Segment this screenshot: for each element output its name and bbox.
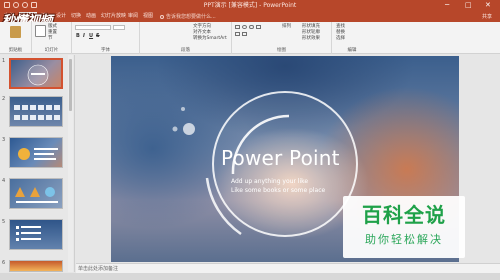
slide-number: 5 (2, 219, 6, 225)
oval-shape-icon[interactable] (242, 25, 247, 29)
align-text-button[interactable]: 对齐文本 (193, 30, 211, 35)
triangle-shape-icon[interactable] (256, 25, 261, 29)
underline-button[interactable]: U (89, 33, 93, 39)
baike-watermark: 百科全说 助你轻松解决 (343, 196, 465, 258)
tab-transitions[interactable]: 切换 (71, 13, 81, 20)
smartart-button[interactable]: 转换为SmartArt (193, 36, 227, 41)
shape-outline-button[interactable]: 形状轮廓 (302, 30, 320, 35)
tell-me-text: 告诉我您想要做什么... (166, 14, 216, 20)
decor-dot-large (183, 123, 195, 135)
group-font-label: 字体 (101, 48, 110, 53)
reset-button[interactable]: 重置 (48, 30, 57, 35)
replace-button[interactable]: 替换 (336, 30, 345, 35)
group-editing-label: 编辑 (347, 48, 357, 53)
slide-number: 1 (2, 58, 6, 64)
decor-dot-small (172, 126, 178, 132)
group-font: B I U S 字体 (72, 22, 140, 54)
status-bar (0, 273, 500, 280)
group-drawing-label: 绘图 (277, 48, 286, 53)
group-clipboard-label: 剪贴板 (8, 48, 23, 53)
italic-button[interactable]: I (83, 33, 85, 39)
thumb-1-graphic (27, 64, 49, 86)
shape-effects-button[interactable]: 形状效果 (302, 36, 320, 41)
group-editing: 查找 替换 选择 编辑 (332, 22, 372, 54)
watermark-title: 百科全说 (362, 203, 446, 227)
watermark-subtitle: 助你轻松解决 (365, 233, 443, 246)
slide-thumbnail-panel: 1 2 3 4 5 6 (0, 55, 75, 272)
thumb-4-graphic (15, 187, 58, 203)
rectangle-shape-icon[interactable] (235, 25, 240, 29)
slide-thumbnail-1[interactable] (9, 58, 63, 89)
share-button[interactable]: 共享 (482, 13, 492, 20)
slide-title[interactable]: Power Point (221, 146, 340, 170)
tab-view[interactable]: 视图 (143, 13, 153, 20)
line-shape-icon[interactable] (235, 32, 240, 36)
layout-button[interactable]: 版式 (48, 24, 57, 29)
slide-subtitle-line-1[interactable]: Add up anything your like (231, 178, 308, 186)
paste-icon[interactable] (10, 26, 21, 38)
thumb-5-graphic (16, 226, 41, 241)
arrange-button[interactable]: 排列 (282, 24, 291, 29)
group-slides: 版式 重置 节 幻灯片 (32, 22, 72, 54)
slide-thumbnail-4[interactable] (9, 178, 63, 209)
tab-animations[interactable]: 动画 (86, 13, 96, 20)
tab-slideshow[interactable]: 幻灯片放映 (101, 13, 126, 20)
group-drawing: 排列 形状填充 形状轮廓 形状效果 绘图 (232, 22, 332, 54)
font-size-select[interactable] (113, 25, 125, 30)
slide-thumbnail-5[interactable] (9, 219, 63, 250)
tab-review[interactable]: 审阅 (128, 13, 138, 20)
title-bar: PPT演示 [兼容模式] - PowerPoint ─ □ ✕ (0, 0, 500, 11)
notes-pane[interactable]: 单击此处添加备注 (76, 263, 500, 273)
new-slide-icon[interactable] (35, 25, 46, 37)
maximize-button[interactable]: □ (465, 1, 472, 10)
notes-placeholder: 单击此处添加备注 (78, 266, 119, 272)
ribbon-tabs: 文件 开始 插入 设计 切换 动画 幻灯片放映 审阅 视图 告诉我您想要做什么.… (0, 11, 500, 22)
tell-me-search[interactable]: 告诉我您想要做什么... (160, 14, 216, 20)
minimize-button[interactable]: ─ (445, 1, 449, 10)
text-direction-button[interactable]: 文字方向 (193, 24, 211, 29)
bold-button[interactable]: B (76, 33, 80, 39)
slide-thumbnail-3[interactable] (9, 137, 63, 168)
slide-number: 2 (2, 96, 6, 102)
slide-number: 6 (2, 260, 6, 266)
lightbulb-icon (160, 15, 164, 19)
tab-design[interactable]: 设计 (56, 13, 66, 20)
thumb-3-graphic (18, 148, 58, 160)
decor-dot-tiny (181, 107, 185, 111)
slide-thumbnail-6[interactable] (9, 260, 63, 272)
select-button[interactable]: 选择 (336, 36, 345, 41)
group-paragraph: 文字方向 对齐文本 转换为SmartArt 段落 (140, 22, 232, 54)
thumbnail-scrollbar[interactable] (68, 55, 73, 272)
powerpoint-window: PPT演示 [兼容模式] - PowerPoint ─ □ ✕ 文件 开始 插入… (0, 0, 500, 280)
section-button[interactable]: 节 (48, 36, 53, 41)
slide-number: 4 (2, 178, 6, 184)
ribbon: 剪贴板 版式 重置 节 幻灯片 B I U S 字体 文字方向 对齐文本 转换为… (0, 22, 500, 54)
strikethrough-button[interactable]: S (96, 33, 100, 39)
rounded-rect-shape-icon[interactable] (249, 25, 254, 29)
window-title: PPT演示 [兼容模式] - PowerPoint (203, 2, 297, 9)
slide-thumbnail-2[interactable] (9, 96, 63, 127)
group-clipboard: 剪贴板 (0, 22, 32, 54)
shape-fill-button[interactable]: 形状填充 (302, 24, 320, 29)
find-button[interactable]: 查找 (336, 24, 345, 29)
thumb-2-graphic (14, 105, 60, 120)
group-slides-label: 幻灯片 (44, 48, 59, 53)
slide-subtitle-line-2[interactable]: Like some books or some place (231, 187, 325, 195)
close-button[interactable]: ✕ (485, 1, 491, 10)
arrow-shape-icon[interactable] (242, 32, 247, 36)
group-paragraph-label: 段落 (181, 48, 190, 53)
scrollbar-thumb[interactable] (69, 59, 72, 111)
slide-number: 3 (2, 137, 6, 143)
font-name-select[interactable] (75, 25, 111, 30)
